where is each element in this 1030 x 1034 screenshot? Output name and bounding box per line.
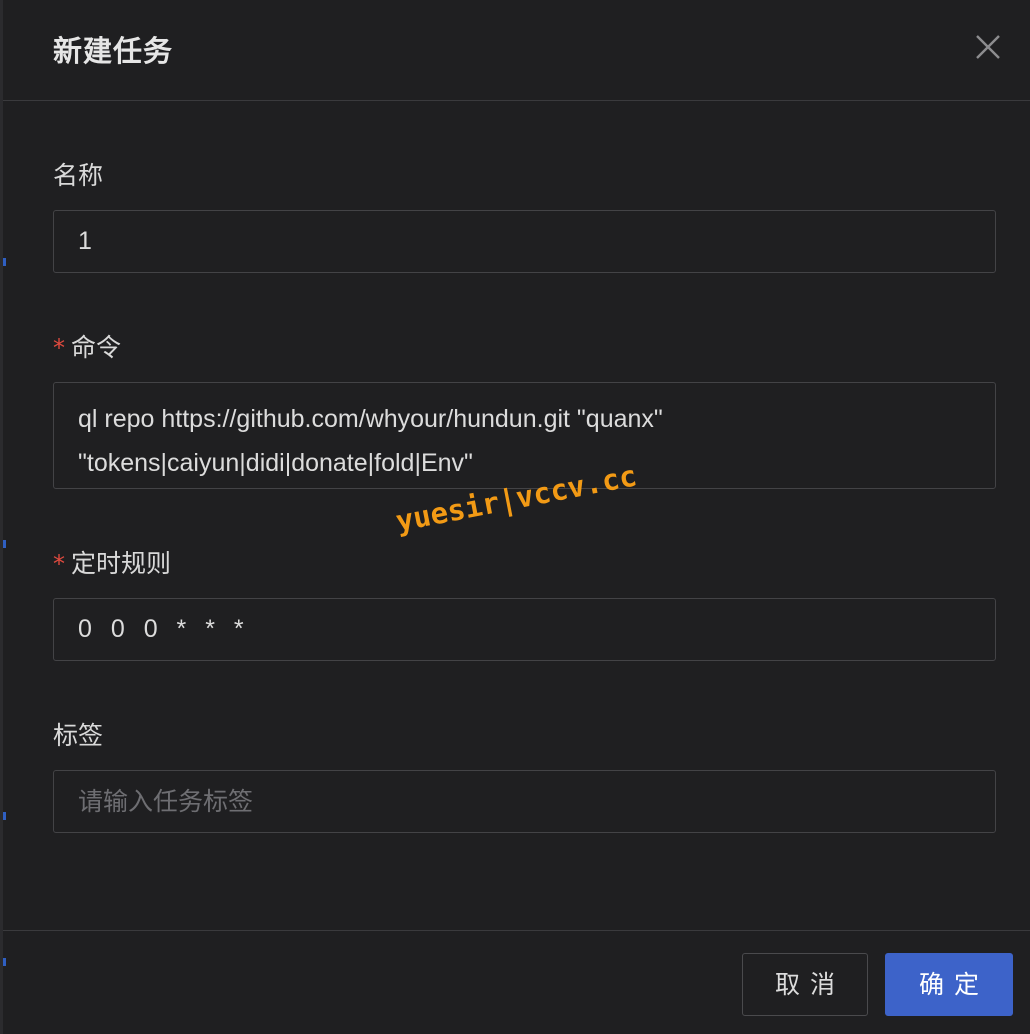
tags-input[interactable]: 请输入任务标签 (53, 770, 996, 833)
modal-header: 新建任务 (3, 0, 1030, 101)
close-icon (976, 35, 1000, 59)
command-label: * 命令 (53, 333, 122, 362)
confirm-button[interactable]: 确定 (885, 953, 1013, 1016)
command-textarea[interactable]: ql repo https://github.com/whyour/hundun… (53, 382, 996, 489)
schedule-label: * 定时规则 (53, 549, 172, 578)
close-button[interactable] (973, 32, 1003, 62)
tags-label: 标签 (53, 721, 104, 750)
required-mark: * (53, 550, 65, 578)
name-input[interactable]: 1 (53, 210, 996, 273)
background-edge-mark (3, 812, 6, 820)
background-edge-mark (3, 540, 6, 548)
new-task-modal: 新建任务 名称 1 * 命令 ql repo https://github.com… (0, 0, 1030, 1034)
modal-footer: 取消 确定 (3, 930, 1030, 1034)
cancel-button[interactable]: 取消 (742, 953, 868, 1016)
name-label: 名称 (53, 161, 104, 190)
schedule-input[interactable]: 0 0 0 * * * (53, 598, 996, 661)
required-mark: * (53, 334, 65, 362)
modal-title: 新建任务 (53, 34, 174, 68)
background-edge-mark (3, 258, 6, 266)
